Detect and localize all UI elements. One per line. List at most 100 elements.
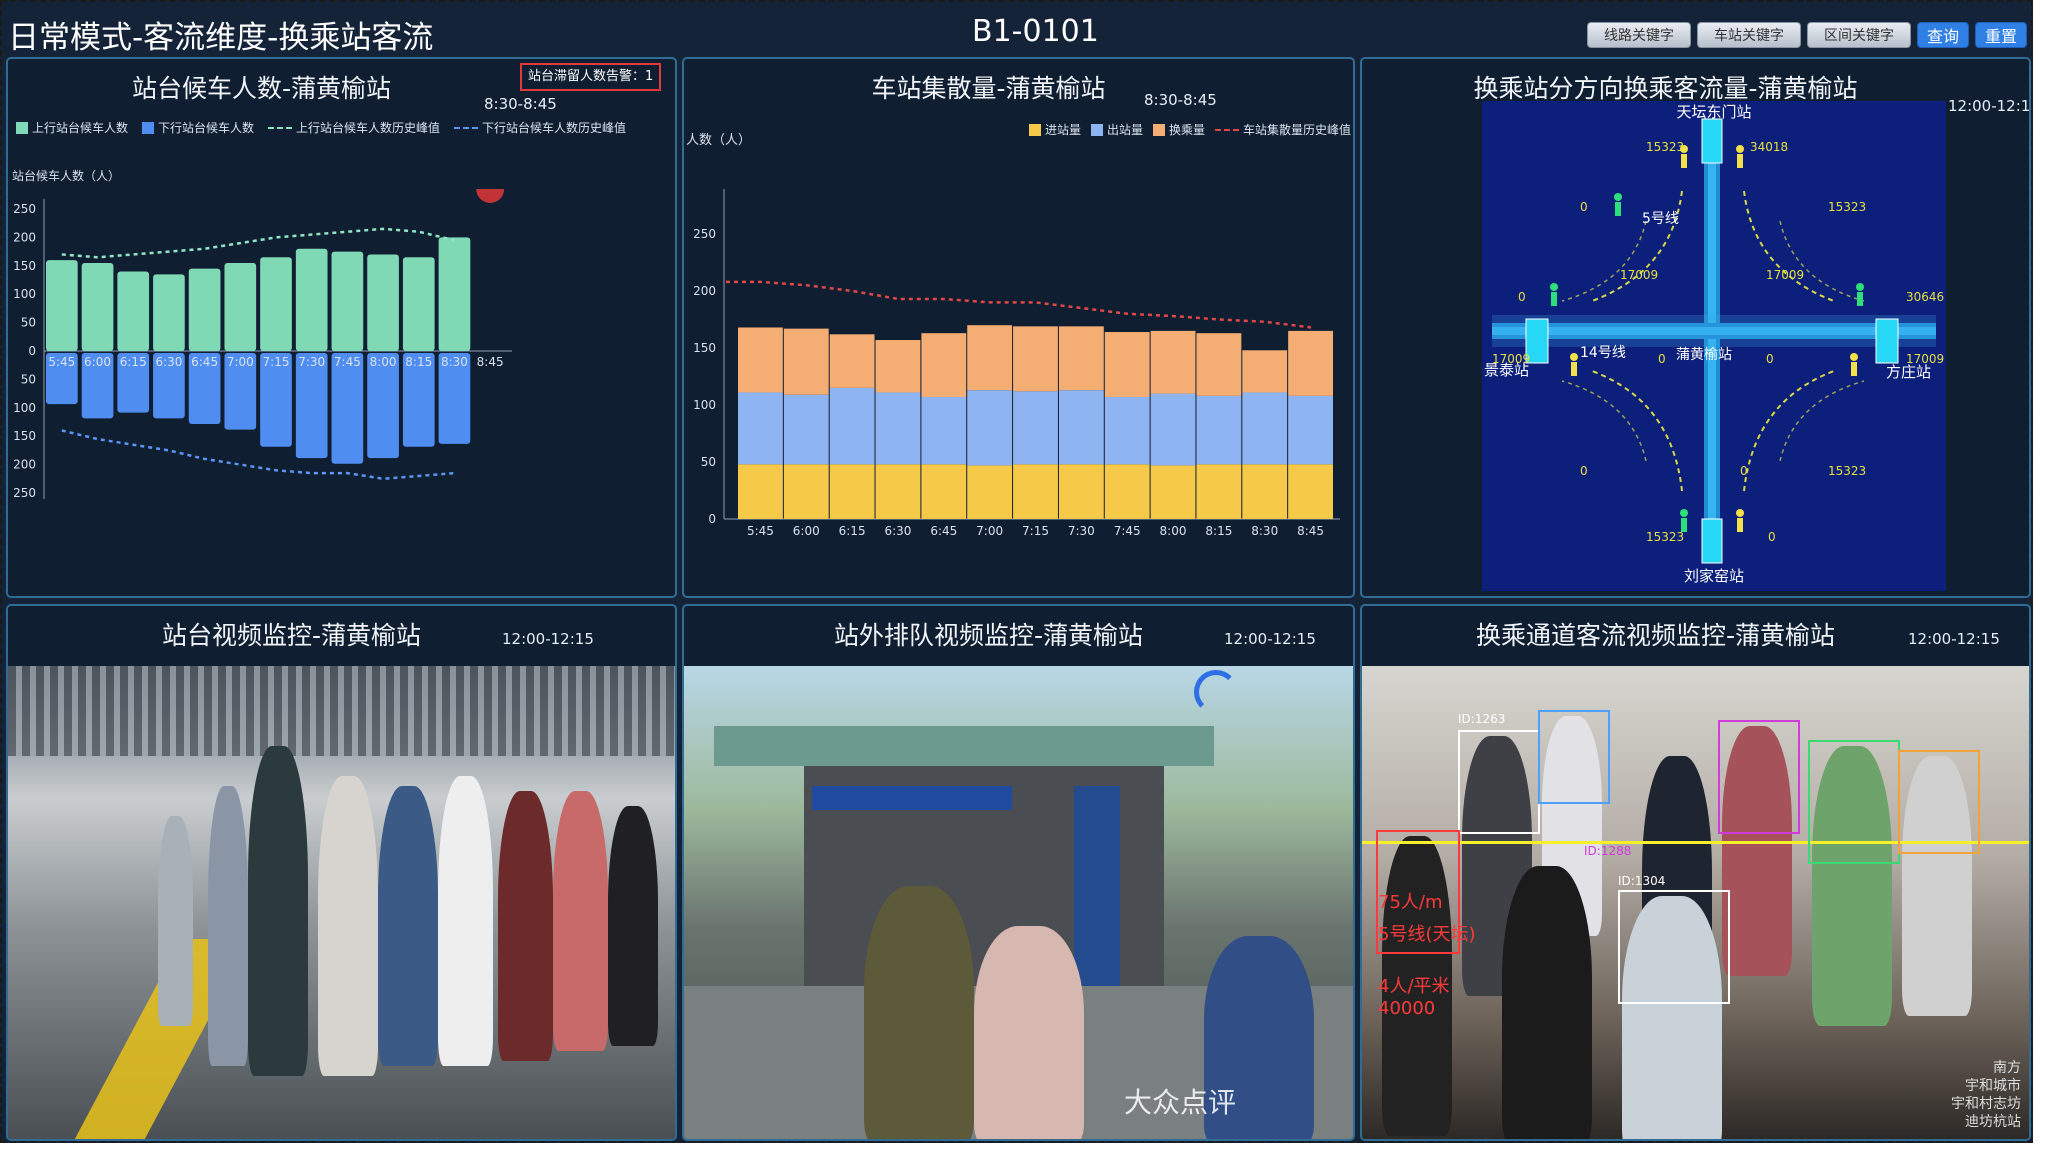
y-tick-label: 100 [13, 401, 36, 415]
legend-item[interactable]: 下行站台候车人数 [142, 119, 254, 136]
section-keyword-input[interactable]: 区间关键字 [1807, 22, 1911, 48]
x-tick-label: 8:30 [1251, 524, 1278, 538]
outbound-bar [1058, 390, 1104, 465]
legend-item[interactable]: 出站量 [1090, 121, 1143, 138]
outbound-bar [1242, 392, 1288, 465]
legend-item[interactable]: 换乘量 [1152, 121, 1205, 138]
x-tick-label: 8:00 [370, 355, 397, 369]
legend-item[interactable]: 上行站台候车人数 [16, 119, 128, 136]
transfer-bar [783, 328, 829, 395]
gather-chart: 0 50 100 150 200 250 5:45 6:00 6:15 6:30 6:45 7:00 7… [693, 189, 1340, 538]
up-bar [260, 257, 292, 351]
x-tick-label: 6:45 [191, 355, 218, 369]
density-label: 5号线(天坛) [1378, 924, 1476, 945]
x-tick-label: 6:30 [155, 355, 182, 369]
platform-video-feed[interactable] [8, 666, 675, 1139]
query-button[interactable]: 查询 [1917, 22, 1969, 48]
transfer-bar [967, 325, 1013, 391]
x-tick-label: 6:30 [884, 524, 911, 538]
x-tick-label: 7:30 [1068, 524, 1095, 538]
panel-station-gather: 车站集散量-蒲黄榆站 8:30-8:45 进站量 出站量 换乘量 车站集散量历史… [682, 57, 1355, 598]
panel-time: 12:00-12:15 [502, 630, 594, 648]
y-tick-label: 150 [693, 341, 716, 355]
outbound-bar [1150, 393, 1196, 466]
corridor-video-feed[interactable]: ID:1263 ID:1304 ID:1288 75人/m 5号线(天坛) 4人… [1362, 666, 2029, 1139]
outbound-bar [1288, 395, 1333, 465]
x-tick-label: 6:00 [793, 524, 820, 538]
detection-label: ID:1304 [1618, 874, 1666, 888]
outbound-bar [921, 397, 967, 465]
detection-label: ID:1263 [1458, 712, 1506, 726]
top-bar: 日常模式-客流维度-换乘站客流 B1-0101 线路关键字 车站关键字 区间关键… [2, 2, 2035, 57]
legend-item[interactable]: 车站集散量历史峰值 [1214, 121, 1351, 138]
transfer-bar [921, 333, 967, 398]
x-tick-label: 5:45 [747, 524, 774, 538]
flow-value: 0 [1518, 290, 1526, 304]
up-bar [295, 248, 328, 351]
flow-value: 15323 [1646, 530, 1684, 544]
queue-video-feed[interactable]: 大众点评 [684, 666, 1353, 1139]
flow-value: 15323 [1828, 200, 1866, 214]
panel-corridor-video: 换乘通道客流视频监控-蒲黄榆站 12:00-12:15 ID:1263 ID:1… [1360, 604, 2031, 1141]
up-bar [331, 251, 364, 351]
reset-button[interactable]: 重置 [1975, 22, 2027, 48]
panel-queue-video: 站外排队视频监控-蒲黄榆站 12:00-12:15 大众点评 [682, 604, 1355, 1141]
inbound-bar [967, 465, 1013, 519]
up-bar [81, 262, 114, 351]
page-title: 日常模式-客流维度-换乘站客流 [8, 20, 434, 56]
station-bottom: 刘家窑站 [1684, 567, 1744, 585]
panel-platform-video: 站台视频监控-蒲黄榆站 12:00-12:15 [6, 604, 677, 1141]
line-5-label: 5号线 [1642, 211, 1679, 227]
flow-value: 0 [1658, 352, 1666, 366]
inbound-bar [1150, 465, 1196, 519]
x-tick-label: 7:00 [227, 355, 254, 369]
inbound-bar [738, 464, 783, 519]
flow-value: 15323 [1828, 464, 1866, 478]
station-keyword-input[interactable]: 车站关键字 [1697, 22, 1801, 48]
legend-item[interactable]: 下行站台候车人数历史峰值 [454, 119, 626, 136]
y-tick-label: 250 [693, 227, 716, 241]
x-tick-label: 7:15 [1022, 524, 1049, 538]
transfer-bar [829, 334, 875, 388]
x-tick-label: 7:00 [976, 524, 1003, 538]
flow-value: 0 [1580, 200, 1588, 214]
transfer-bar [1196, 333, 1242, 396]
inbound-bar [1196, 464, 1242, 519]
y-tick-label: 100 [693, 398, 716, 412]
density-label: 4人/平米 [1378, 976, 1450, 997]
flow-value: 17009 [1766, 268, 1804, 282]
y-tick-label: 250 [13, 202, 36, 216]
up-bar [153, 274, 185, 351]
down-bar [331, 353, 364, 464]
x-tick-label: 5:45 [48, 355, 75, 369]
x-tick-label: 7:15 [263, 355, 290, 369]
outbound-bar [1104, 397, 1150, 465]
panel-transfer-direction: 换乘站分方向换乘客流量-蒲黄榆站 12:00-12:15 天坛东门站 刘家窑站 … [1360, 57, 2031, 598]
outbound-bar [738, 392, 783, 465]
up-bar [224, 262, 257, 351]
x-tick-label: 8:15 [1205, 524, 1232, 538]
inbound-bar [1104, 464, 1150, 519]
panel-platform-waiting: 站台候车人数-蒲黄榆站 站台滞留人数告警：1 8:30-8:45 上行站台候车人… [6, 57, 677, 598]
dashboard-frame: 日常模式-客流维度-换乘站客流 B1-0101 线路关键字 车站关键字 区间关键… [0, 0, 2033, 1143]
panel-time: 12:00-12:15 [1224, 630, 1316, 648]
search-bar: 线路关键字 车站关键字 区间关键字 查询 重置 [1587, 22, 2027, 48]
inbound-bar [1058, 464, 1104, 519]
alert-badge[interactable]: 站台滞留人数告警：1 [520, 63, 662, 91]
line-14-label: 14号线 [1580, 345, 1626, 361]
x-tick-label: 8:00 [1160, 524, 1187, 538]
y-tick-label: 50 [21, 372, 36, 386]
chart-legend: 进站量 出站量 换乘量 车站集散量历史峰值 [1028, 121, 1351, 138]
y-axis-label: 人数（人） [686, 133, 752, 148]
flow-value: 17009 [1620, 268, 1658, 282]
up-bar [402, 257, 435, 351]
legend-item[interactable]: 进站量 [1028, 121, 1081, 138]
corridor-caption: 南方 宇和城市 宇和村志坊 迪坊杭站 [1951, 1060, 2021, 1130]
y-tick-label: 50 [701, 455, 716, 469]
outbound-bar [1013, 391, 1058, 465]
legend-item[interactable]: 上行站台候车人数历史峰值 [268, 119, 440, 136]
panel-title: 车站集散量-蒲黄榆站 [871, 74, 1106, 103]
x-tick-label: 8:15 [405, 355, 432, 369]
station-center: 蒲黄榆站 [1676, 346, 1732, 363]
line-keyword-input[interactable]: 线路关键字 [1587, 22, 1691, 48]
